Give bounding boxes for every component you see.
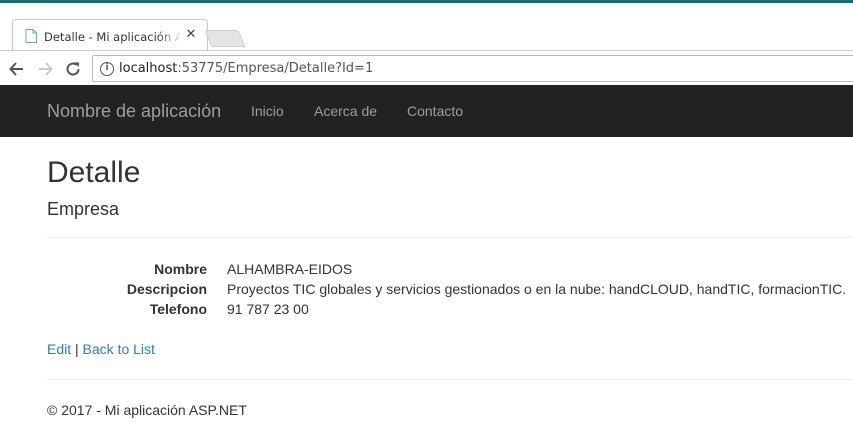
nav-link-contacto[interactable]: Contacto — [407, 103, 463, 119]
detail-label: Telefono — [149, 301, 207, 317]
detail-row-nombre: Nombre ALHAMBRA-EIDOS — [47, 260, 853, 280]
nav-link-inicio[interactable]: Inicio — [251, 103, 284, 119]
detail-value: 91 787 23 00 — [227, 301, 309, 317]
edit-link[interactable]: Edit — [47, 341, 71, 357]
url-path: :53775/Empresa/Detalle?Id=1 — [177, 61, 374, 76]
url-text[interactable]: localhost:53775/Empresa/Detalle?Id=1 — [119, 61, 373, 76]
navbar-brand[interactable]: Nombre de aplicación — [47, 101, 221, 122]
url-host: localhost — [119, 61, 178, 76]
detail-row-telefono: Telefono 91 787 23 00 — [47, 300, 853, 320]
new-tab-button[interactable] — [204, 30, 246, 47]
address-bar[interactable]: i localhost:53775/Empresa/Detalle?Id=1 — [92, 55, 853, 82]
action-links: Edit | Back to List — [47, 341, 155, 357]
info-icon[interactable]: i — [100, 62, 114, 76]
footer-divider — [47, 379, 853, 380]
detail-value: Proyectos TIC globales y servicios gesti… — [227, 281, 847, 297]
browser-toolbar: i localhost:53775/Empresa/Detalle?Id=1 — [0, 50, 853, 85]
detail-row-descripcion: Descripcion Proyectos TIC globales y ser… — [47, 280, 853, 300]
nav-link-acerca-de[interactable]: Acerca de — [314, 103, 377, 119]
tab-title-fade — [158, 26, 182, 46]
document-icon — [25, 29, 37, 43]
browser-tab-active[interactable]: Detalle - Mi aplicación ASP.NET ✕ — [12, 19, 208, 53]
app-navbar: Nombre de aplicación Inicio Acerca de Co… — [0, 85, 853, 137]
link-separator: | — [75, 341, 79, 357]
footer-text: © 2017 - Mi aplicación ASP.NET — [47, 402, 247, 418]
detail-label: Descripcion — [126, 281, 207, 297]
close-icon[interactable]: ✕ — [183, 27, 199, 43]
arrow-right-icon[interactable] — [35, 59, 55, 79]
detail-value: ALHAMBRA-EIDOS — [227, 261, 353, 277]
arrow-left-icon[interactable] — [7, 59, 27, 79]
tab-strip: Detalle - Mi aplicación ASP.NET ✕ — [0, 3, 853, 53]
detail-label: Nombre — [154, 261, 207, 277]
page-title: Detalle — [47, 156, 141, 189]
page-subtitle: Empresa — [47, 199, 120, 219]
divider — [47, 237, 853, 238]
reload-icon[interactable] — [63, 59, 83, 79]
details-list: Nombre ALHAMBRA-EIDOS Descripcion Proyec… — [47, 260, 853, 320]
back-to-list-link[interactable]: Back to List — [83, 341, 155, 357]
